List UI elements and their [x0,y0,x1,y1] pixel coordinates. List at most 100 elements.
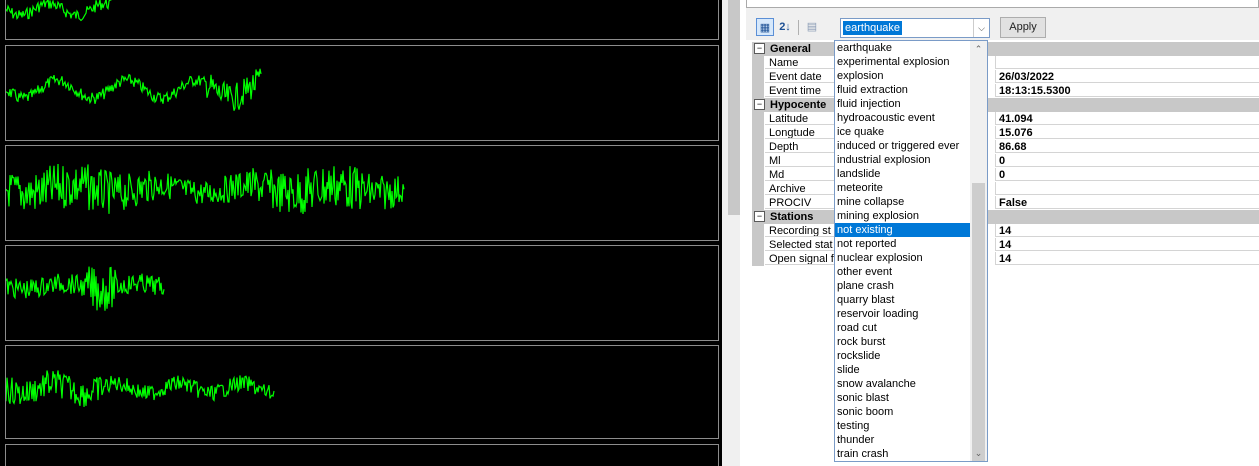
dropdown-option[interactable]: explosion [835,69,970,83]
property-value[interactable]: 0 [995,154,1259,167]
row-gutter [752,196,764,210]
row-gutter [752,140,764,154]
top-text-box [746,0,1259,8]
property-row[interactable]: Ml 0 [752,154,1259,168]
collapse-icon[interactable]: − [754,99,765,110]
dropdown-option[interactable]: experimental explosion [835,55,970,69]
property-row[interactable]: Md 0 [752,168,1259,182]
event-type-value: earthquake [843,21,903,35]
dropdown-option[interactable]: snow avalanche [835,377,970,391]
dropdown-option[interactable]: rockslide [835,349,970,363]
waveform-scrollbar[interactable] [728,0,740,215]
categorized-icon[interactable]: ▦ [756,18,774,36]
waveform-trace-4[interactable] [5,245,719,341]
dropdown-option[interactable]: thunder [835,433,970,447]
property-value[interactable]: 26/03/2022 [995,70,1259,83]
waveform-trace-1-plot [6,0,112,22]
dropdown-scrollbar[interactable]: ⌃ ⌄ [970,41,987,461]
waveform-trace-3-plot [6,163,405,214]
event-type-select[interactable]: earthquake ⌵ [840,18,990,38]
property-row[interactable]: Depth 86.68 [752,140,1259,154]
dropdown-option[interactable]: testing [835,419,970,433]
property-row[interactable]: Latitude 41.094 [752,112,1259,126]
row-gutter [752,112,764,126]
waveform-trace-3[interactable] [5,145,719,241]
property-value[interactable]: False [995,196,1259,209]
property-value[interactable]: 41.094 [995,112,1259,125]
sort-alpha-icon[interactable]: 2↓ [776,18,794,36]
waveform-trace-6[interactable] [5,444,719,466]
dropdown-option[interactable]: sonic blast [835,391,970,405]
waveform-line [6,370,275,407]
row-gutter [752,84,764,98]
property-value[interactable]: 14 [995,238,1259,251]
property-row[interactable]: Selected stat 14 [752,238,1259,252]
waveform-trace-5-plot [6,370,275,407]
dropdown-option[interactable]: industrial explosion [835,153,970,167]
category-row[interactable]: − General [752,42,1259,56]
dropdown-option[interactable]: induced or triggered ever [835,139,970,153]
dropdown-option[interactable]: train crash [835,447,970,461]
waveform-line [6,266,165,311]
dropdown-option[interactable]: earthquake [835,41,970,55]
waveform-trace-1[interactable] [5,0,719,40]
dropdown-option[interactable]: fluid injection [835,97,970,111]
property-row[interactable]: Event date 26/03/2022 [752,70,1259,84]
dropdown-option[interactable]: nuclear explosion [835,251,970,265]
dropdown-option[interactable]: other event [835,265,970,279]
property-row[interactable]: Recording st 14 [752,224,1259,238]
scroll-down-icon[interactable]: ⌄ [970,445,987,461]
row-gutter [752,168,764,182]
property-value[interactable]: 0 [995,168,1259,181]
property-row[interactable]: PROCIV False [752,196,1259,210]
dropdown-option[interactable]: not reported [835,237,970,251]
collapse-icon[interactable]: − [754,211,765,222]
category-row[interactable]: − Hypocente [752,98,1259,112]
scroll-thumb[interactable] [972,183,985,461]
dropdown-option[interactable]: quarry blast [835,293,970,307]
property-value[interactable] [995,56,1259,69]
property-value[interactable]: 86.68 [995,140,1259,153]
property-pages-icon[interactable]: ▤ [803,18,821,36]
property-row[interactable]: Event time 18:13:15.5300 [752,84,1259,98]
property-row[interactable]: Longtude 15.076 [752,126,1259,140]
property-value[interactable] [995,182,1259,195]
row-gutter [752,238,764,252]
waveform-line [6,68,262,111]
collapse-icon[interactable]: − [754,43,765,54]
property-row[interactable]: Archive [752,182,1259,196]
dropdown-option[interactable]: ice quake [835,125,970,139]
dropdown-items: earthquake experimental explosion explosio… [835,41,970,461]
row-gutter [752,70,764,84]
property-value[interactable]: 14 [995,224,1259,237]
event-type-dropdown-list[interactable]: earthquake experimental explosion explosio… [834,40,988,462]
dropdown-option[interactable]: meteorite [835,181,970,195]
property-row[interactable]: Name [752,56,1259,70]
dropdown-option[interactable]: slide [835,363,970,377]
property-value[interactable]: 18:13:15.5300 [995,84,1259,97]
dropdown-option[interactable]: sonic boom [835,405,970,419]
row-gutter [752,252,764,266]
dropdown-option[interactable]: mine collapse [835,195,970,209]
property-row[interactable]: Open signal f 14 [752,252,1259,266]
apply-button[interactable]: Apply [1000,17,1046,38]
row-gutter [752,182,764,196]
dropdown-option[interactable]: mining explosion [835,209,970,223]
dropdown-option[interactable]: fluid extraction [835,83,970,97]
scroll-up-icon[interactable]: ⌃ [970,41,987,57]
dropdown-option[interactable]: rock burst [835,335,970,349]
dropdown-option[interactable]: road cut [835,321,970,335]
dropdown-option[interactable]: hydroacoustic event [835,111,970,125]
waveform-trace-2[interactable] [5,45,719,141]
property-value[interactable]: 14 [995,252,1259,265]
chevron-down-icon[interactable]: ⌵ [973,19,989,37]
category-label: Stations [770,211,814,223]
dropdown-option[interactable]: not existing [835,223,970,237]
property-value[interactable]: 15.076 [995,126,1259,139]
waveform-trace-4-plot [6,266,165,311]
dropdown-option[interactable]: plane crash [835,279,970,293]
category-row[interactable]: − Stations [752,210,1259,224]
dropdown-option[interactable]: reservoir loading [835,307,970,321]
waveform-trace-5[interactable] [5,345,719,439]
dropdown-option[interactable]: landslide [835,167,970,181]
